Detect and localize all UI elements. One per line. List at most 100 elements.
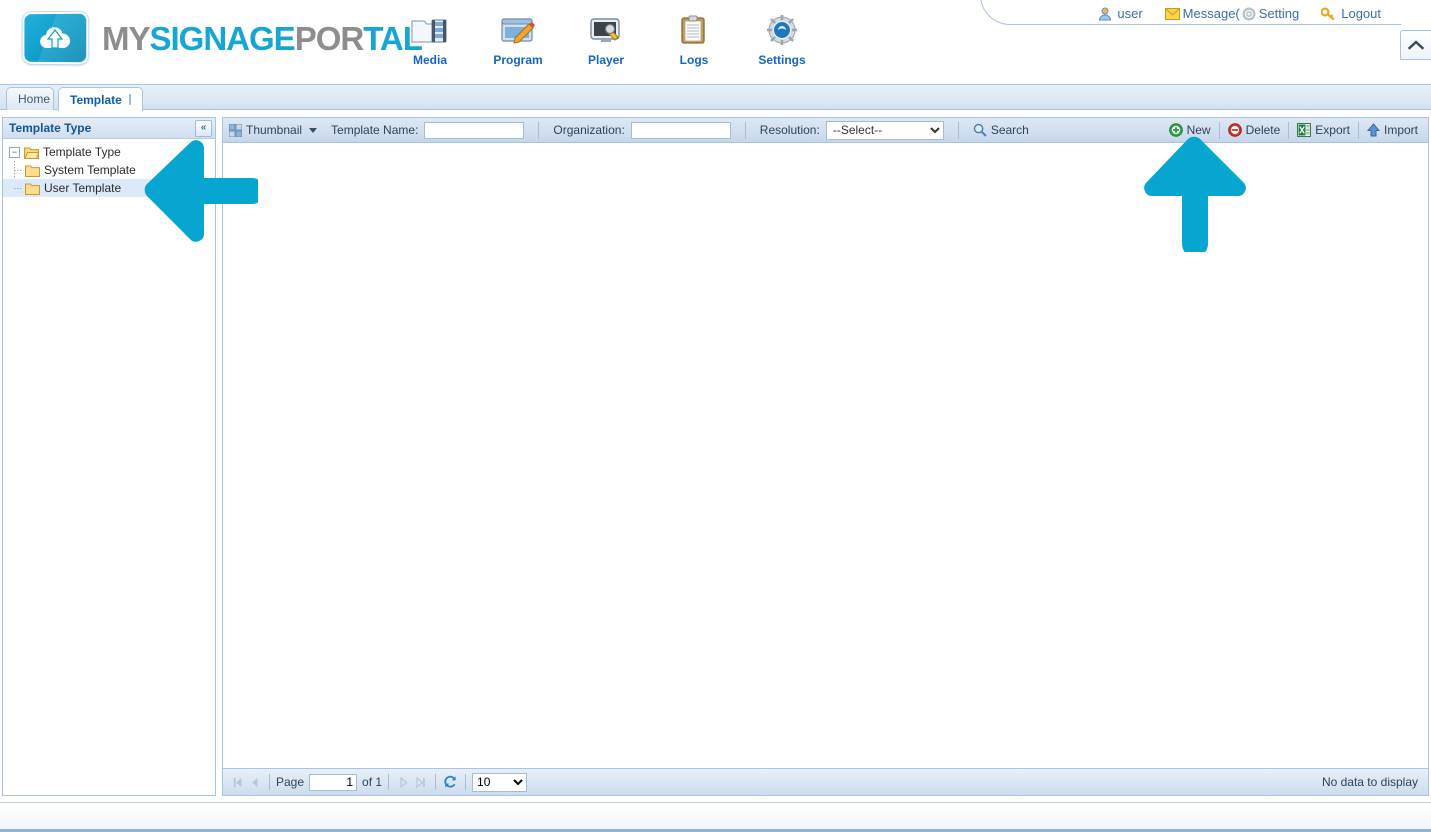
brand-word-my: MY — [102, 19, 150, 57]
settings-gear-icon — [752, 10, 812, 50]
nav-label-player: Player — [587, 53, 625, 67]
main-navigation: Media Program Player Logs Settings — [400, 10, 812, 67]
resolution-select[interactable]: --Select-- — [825, 120, 944, 140]
collapse-expander-icon[interactable]: − — [9, 146, 20, 158]
first-page-icon[interactable] — [229, 774, 246, 791]
brand-logo[interactable]: MYSIGNAGEPORTAL — [22, 11, 423, 65]
view-mode-label: Thumbnail — [246, 123, 303, 137]
template-type-panel-header: Template Type « — [3, 118, 215, 139]
logout-label: Logout — [1341, 6, 1381, 21]
no-data-message: No data to display — [1321, 775, 1418, 789]
tab-strip: Home Template — [0, 85, 1431, 111]
new-button[interactable]: New — [1168, 123, 1211, 137]
search-button[interactable]: Search — [973, 123, 1029, 137]
cloud-upload-icon — [22, 11, 89, 65]
media-folder-film-icon — [400, 10, 460, 50]
tree-node-label-user-template: User Template — [44, 181, 122, 195]
user-label: user — [1117, 6, 1143, 21]
minus-circle-red-icon — [1227, 123, 1242, 137]
page-footer — [0, 802, 1431, 832]
folder-icon — [25, 183, 40, 195]
nav-label-settings: Settings — [758, 53, 806, 67]
template-grid-body — [223, 144, 1428, 768]
user-account[interactable]: user — [1098, 6, 1143, 21]
up-arrow-blue-icon — [1366, 123, 1380, 137]
template-type-title: Template Type — [9, 121, 92, 135]
double-chevron-left-icon[interactable]: « — [195, 119, 212, 137]
chevron-up-icon — [1408, 40, 1424, 50]
folder-icon — [25, 165, 40, 177]
organization-input[interactable] — [630, 121, 731, 139]
tree-node-label-root: Template Type — [43, 145, 121, 159]
last-page-icon[interactable] — [412, 774, 429, 791]
nav-item-logs[interactable]: Logs — [664, 10, 724, 67]
tree-node-template-type-root[interactable]: − Template Type — [3, 143, 215, 161]
program-window-pencil-icon — [488, 10, 548, 50]
envelope-icon — [1164, 7, 1180, 20]
nav-label-logs: Logs — [679, 53, 709, 67]
template-name-label: Template Name: — [331, 123, 419, 137]
delete-button[interactable]: Delete — [1227, 123, 1281, 137]
excel-sheet-icon — [1297, 123, 1312, 137]
search-label: Search — [990, 123, 1029, 137]
message-setting-group[interactable]: Message( Setting — [1164, 6, 1300, 21]
magnifier-icon — [973, 123, 987, 137]
template-name-input[interactable] — [424, 121, 525, 139]
folder-open-icon — [24, 147, 39, 159]
nav-item-player[interactable]: Player — [576, 10, 636, 67]
grid-toolbar: Thumbnail Template Name: Organization: R… — [223, 118, 1428, 143]
tab-template-label: Template — [70, 92, 122, 107]
brand-word-por: POR — [294, 19, 365, 57]
import-button[interactable]: Import — [1366, 123, 1418, 137]
key-icon — [1321, 7, 1335, 20]
gear-small-icon — [1242, 6, 1256, 21]
brand-wordmark: MYSIGNAGEPORTAL — [102, 19, 423, 57]
template-type-panel: Template Type « − Template Type System T… — [2, 117, 216, 796]
tab-home[interactable]: Home — [6, 87, 54, 110]
chevron-down-icon[interactable] — [309, 127, 318, 133]
thumbnail-grid-icon — [229, 123, 242, 137]
tree-node-user-template[interactable]: User Template — [3, 179, 215, 197]
tree-node-label-system-template: System Template — [44, 163, 136, 177]
page-size-select[interactable]: 10 — [472, 772, 528, 792]
export-button[interactable]: Export — [1297, 123, 1350, 137]
prev-page-icon[interactable] — [246, 774, 263, 791]
nav-item-media[interactable]: Media — [400, 10, 460, 67]
player-monitor-wrench-icon — [576, 10, 636, 50]
resolution-label: Resolution: — [759, 123, 820, 137]
cloud-upload-glyph — [40, 27, 70, 49]
view-mode-dropdown[interactable]: Thumbnail — [229, 123, 318, 137]
page-label: Page — [276, 775, 305, 789]
application-window: MYSIGNAGEPORTAL Media Program Player Log… — [0, 0, 1431, 832]
page-total-label: of 1 — [362, 775, 383, 789]
next-page-icon[interactable] — [395, 774, 412, 791]
message-label: Message( — [1182, 6, 1240, 21]
plus-circle-green-icon — [1168, 123, 1183, 137]
export-label: Export — [1315, 123, 1350, 137]
nav-item-program[interactable]: Program — [488, 10, 548, 67]
header-collapse-button[interactable] — [1400, 30, 1431, 60]
tab-home-label: Home — [18, 92, 51, 106]
brand-word-signage: SIGNAGE — [149, 19, 296, 57]
delete-label: Delete — [1245, 123, 1281, 137]
refresh-icon[interactable] — [442, 774, 459, 791]
grid-pager: Page of 1 10 No data to dis — [223, 768, 1428, 795]
tree-node-system-template[interactable]: System Template — [3, 161, 215, 179]
setting-label: Setting — [1258, 6, 1300, 21]
page-header: MYSIGNAGEPORTAL Media Program Player Log… — [0, 0, 1431, 85]
nav-label-media: Media — [412, 53, 447, 67]
user-bar: user Message( Setting Logout — [1098, 6, 1423, 21]
logs-clipboard-icon — [664, 10, 724, 50]
user-icon — [1099, 7, 1112, 20]
organization-label: Organization: — [553, 123, 625, 137]
nav-item-settings[interactable]: Settings — [752, 10, 812, 67]
template-type-tree: − Template Type System Template User Tem… — [3, 139, 215, 197]
tab-template[interactable]: Template — [58, 87, 143, 111]
new-label: New — [1186, 123, 1211, 137]
close-icon[interactable] — [128, 94, 131, 105]
import-label: Import — [1383, 123, 1418, 137]
nav-label-program: Program — [493, 53, 543, 67]
logout-button[interactable]: Logout — [1321, 6, 1381, 21]
page-number-input[interactable] — [309, 773, 358, 791]
template-grid-panel: Thumbnail Template Name: Organization: R… — [222, 117, 1429, 796]
